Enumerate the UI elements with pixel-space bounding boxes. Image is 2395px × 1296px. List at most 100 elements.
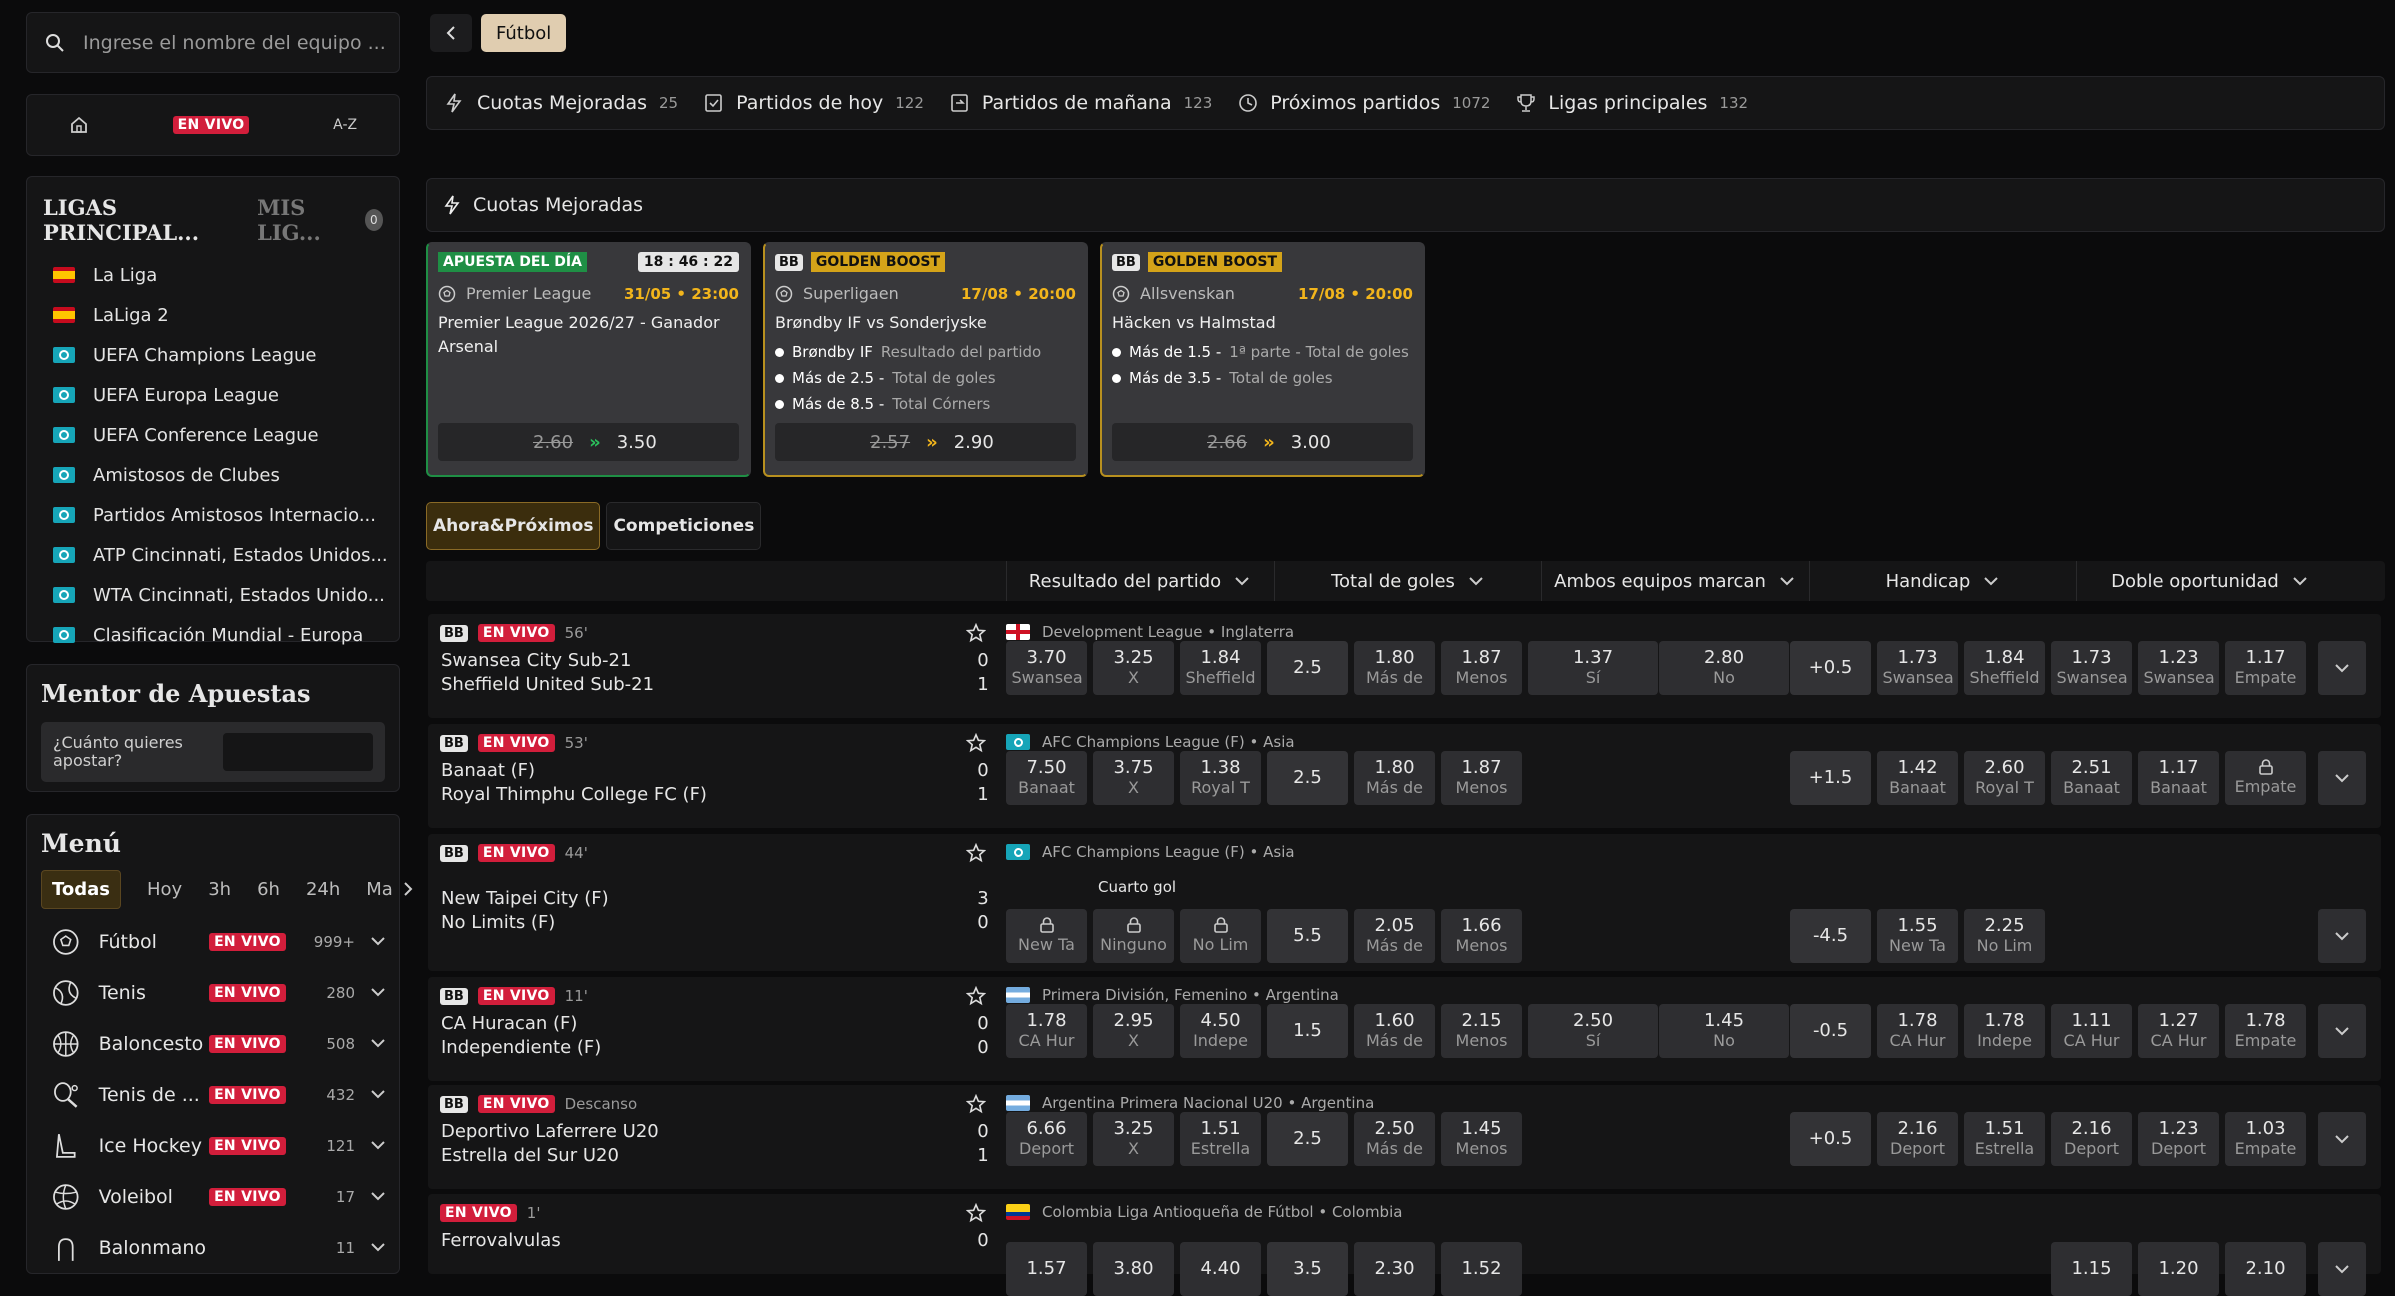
- expand-event-button[interactable]: [2318, 1112, 2366, 1166]
- odds-button[interactable]: 1.17 Banaat: [2138, 751, 2219, 805]
- league-item[interactable]: WTA Cincinnati, Estados Unido...: [27, 575, 399, 615]
- market-dropdown[interactable]: Handicap: [1809, 561, 2074, 601]
- expand-button[interactable]: [371, 1192, 385, 1201]
- odds-button[interactable]: 1.17 Empate: [2225, 641, 2306, 695]
- odds-button[interactable]: 1.5: [1267, 1004, 1348, 1058]
- sport-item[interactable]: Tenis de ... EN VIVO 432: [41, 1069, 385, 1120]
- market-dropdown[interactable]: Total de goles: [1274, 561, 1539, 601]
- odds-button[interactable]: 2.16 Deport: [1877, 1112, 1958, 1166]
- odds-button[interactable]: 1.03 Empate: [2225, 1112, 2306, 1166]
- event-row[interactable]: BB EN VIVO 56' Development League • Inglat…: [428, 614, 2381, 718]
- odds-button[interactable]: Empate: [2225, 751, 2306, 805]
- tab-my-leagues[interactable]: MIS LIG...: [257, 195, 357, 245]
- event-row[interactable]: BB EN VIVO 11' Primera División, Femenino …: [428, 977, 2381, 1081]
- odds-button[interactable]: 1.52: [1441, 1242, 1522, 1296]
- odds-button[interactable]: 2.5: [1267, 641, 1348, 695]
- stake-input[interactable]: [223, 733, 373, 771]
- odds-button[interactable]: 1.73 Swansea: [2051, 641, 2132, 695]
- tab-main-leagues[interactable]: LIGAS PRINCIPAL...: [43, 195, 241, 245]
- odds-button[interactable]: 1.60 Más de: [1354, 1004, 1435, 1058]
- tab-competitions[interactable]: Competiciones: [606, 502, 762, 550]
- odds-button[interactable]: 1.38 Royal T: [1180, 751, 1261, 805]
- odds-button[interactable]: 1.84 Sheffield: [1964, 641, 2045, 695]
- search-box[interactable]: Ingrese el nombre del equipo ...: [26, 12, 400, 73]
- expand-button[interactable]: [371, 937, 385, 946]
- favorite-star-icon[interactable]: [966, 1203, 986, 1223]
- quick-filter-item[interactable]: Cuotas Mejoradas 25: [445, 92, 678, 114]
- sport-item[interactable]: Ice Hockey EN VIVO 121: [41, 1120, 385, 1171]
- league-item[interactable]: UEFA Champions League: [27, 335, 399, 375]
- odds-button[interactable]: 2.5: [1267, 751, 1348, 805]
- odds-button[interactable]: New Ta: [1006, 909, 1087, 963]
- league-item[interactable]: Amistosos de Clubes: [27, 455, 399, 495]
- odds-button[interactable]: 1.73 Swansea: [1877, 641, 1958, 695]
- quick-filter-item[interactable]: Partidos de mañana 123: [950, 92, 1212, 114]
- odds-button[interactable]: 1.80 Más de: [1354, 641, 1435, 695]
- quick-filter-item[interactable]: Próximos partidos 1072: [1238, 92, 1490, 114]
- league-item[interactable]: Clasificación Mundial - Europa: [27, 615, 399, 655]
- event-row[interactable]: BB EN VIVO 53' AFC Champions League (F) • …: [428, 724, 2381, 828]
- odds-button[interactable]: +0.5: [1790, 1112, 1871, 1166]
- search-input[interactable]: Ingrese el nombre del equipo ...: [83, 32, 386, 54]
- odds-button[interactable]: 1.84 Sheffield: [1180, 641, 1261, 695]
- odds-button[interactable]: 1.45 Menos: [1441, 1112, 1522, 1166]
- time-filter[interactable]: Todas: [41, 869, 121, 909]
- sport-item[interactable]: Fútbol EN VIVO 999+: [41, 916, 385, 967]
- odds-button[interactable]: 1.66 Menos: [1441, 909, 1522, 963]
- odds-button[interactable]: 1.51 Estrella: [1180, 1112, 1261, 1166]
- odds-button[interactable]: 2.15 Menos: [1441, 1004, 1522, 1058]
- event-row[interactable]: EN VIVO 1' Colombia Liga Antioqueña de Fú…: [428, 1194, 2381, 1296]
- odds-button[interactable]: 1.80 Más de: [1354, 751, 1435, 805]
- odds-button[interactable]: 2.05 Más de: [1354, 909, 1435, 963]
- odds-button[interactable]: 1.23 Deport: [2138, 1112, 2219, 1166]
- odds-button[interactable]: 1.78 Empate: [2225, 1004, 2306, 1058]
- time-filter[interactable]: 24h: [306, 879, 340, 900]
- league-item[interactable]: LaLiga 2: [27, 295, 399, 335]
- odds-button[interactable]: 3.25 X: [1093, 641, 1174, 695]
- time-filter[interactable]: Ma: [366, 879, 393, 900]
- odds-button[interactable]: 2.5: [1267, 1112, 1348, 1166]
- odds-button[interactable]: 3.70 Swansea: [1006, 641, 1087, 695]
- odds-button[interactable]: 1.57: [1006, 1242, 1087, 1296]
- expand-button[interactable]: [371, 1090, 385, 1099]
- odds-button[interactable]: 1.78 CA Hur: [1877, 1004, 1958, 1058]
- odds-button[interactable]: 3.5: [1267, 1242, 1348, 1296]
- market-dropdown[interactable]: Resultado del partido: [1006, 561, 1271, 601]
- sport-item[interactable]: Voleibol EN VIVO 17: [41, 1171, 385, 1222]
- expand-event-button[interactable]: [2318, 1004, 2366, 1058]
- favorite-star-icon[interactable]: [966, 986, 986, 1006]
- expand-button[interactable]: [371, 1039, 385, 1048]
- favorite-star-icon[interactable]: [966, 733, 986, 753]
- odds-button[interactable]: No Lim: [1180, 909, 1261, 963]
- expand-button[interactable]: [371, 1243, 385, 1252]
- expand-button[interactable]: [371, 988, 385, 997]
- tab-now-upcoming[interactable]: Ahora&Próximos: [426, 502, 601, 550]
- sport-item[interactable]: Balonmano 11: [41, 1222, 385, 1273]
- event-row[interactable]: BB EN VIVO Descanso Argentina Primera Naci…: [428, 1085, 2381, 1189]
- market-dropdown[interactable]: Ambos equipos marcan: [1541, 561, 1806, 601]
- league-item[interactable]: La Liga: [27, 255, 399, 295]
- chevron-right-icon[interactable]: [403, 882, 413, 896]
- expand-event-button[interactable]: [2318, 909, 2366, 963]
- odds-button[interactable]: 1.11 CA Hur: [2051, 1004, 2132, 1058]
- home-icon[interactable]: [69, 115, 89, 135]
- expand-button[interactable]: [371, 1141, 385, 1150]
- favorite-star-icon[interactable]: [966, 1094, 986, 1114]
- odds-button[interactable]: 1.27 CA Hur: [2138, 1004, 2219, 1058]
- league-item[interactable]: ATP Cincinnati, Estados Unidos...: [27, 535, 399, 575]
- odds-button[interactable]: 1.78 Indepe: [1964, 1004, 2045, 1058]
- market-dropdown[interactable]: Doble oportunidad: [2076, 561, 2341, 601]
- boosted-card[interactable]: BB GOLDEN BOOST Allsvenskan 17/08 • 20:00…: [1100, 242, 1425, 477]
- league-item[interactable]: UEFA Europa League: [27, 375, 399, 415]
- az-mode-button[interactable]: A-Z: [333, 117, 357, 133]
- odds-button[interactable]: -4.5: [1790, 909, 1871, 963]
- time-filter[interactable]: 3h: [208, 879, 231, 900]
- odds-button[interactable]: 3.75 X: [1093, 751, 1174, 805]
- odds-button[interactable]: 1.87 Menos: [1441, 751, 1522, 805]
- time-filter[interactable]: Hoy: [147, 879, 182, 900]
- odds-button[interactable]: 5.5: [1267, 909, 1348, 963]
- odds-button[interactable]: 2.60 Royal T: [1964, 751, 2045, 805]
- odds-button[interactable]: 1.23 Swansea: [2138, 641, 2219, 695]
- odds-button[interactable]: Ninguno: [1093, 909, 1174, 963]
- sport-item[interactable]: Tenis EN VIVO 280: [41, 967, 385, 1018]
